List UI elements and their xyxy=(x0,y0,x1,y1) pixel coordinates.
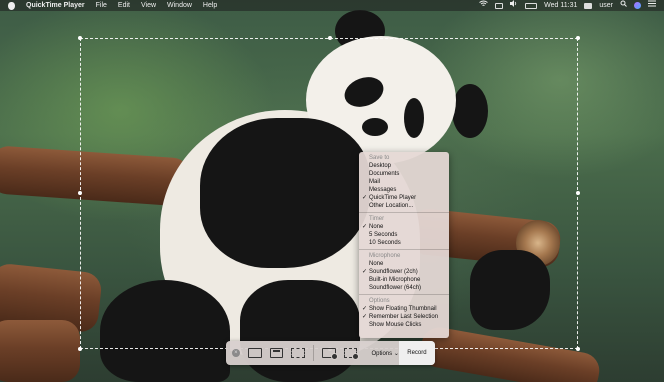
menu-header-save-to: Save to xyxy=(369,155,390,161)
record-entire-screen-icon[interactable] xyxy=(322,348,338,360)
selection-handle-bottom-right[interactable] xyxy=(576,347,580,351)
menu-item-other-location[interactable]: Other Location... xyxy=(359,202,449,210)
menu-item-remember-last-selection[interactable]: ✓ Remember Last Selection xyxy=(359,313,449,321)
options-button[interactable]: Options ⌄ xyxy=(371,350,398,357)
checkmark-icon: ✓ xyxy=(362,306,368,312)
record-button[interactable]: Record xyxy=(398,341,436,365)
menu-item-soundflower-2ch[interactable]: ✓ Soundflower (2ch) xyxy=(359,268,449,276)
record-selection-icon[interactable] xyxy=(343,348,360,360)
menu-item-mail[interactable]: Mail xyxy=(359,178,449,186)
selection-handle-top-left[interactable] xyxy=(78,36,82,40)
menu-separator xyxy=(359,294,449,295)
menubar-clock[interactable]: Wed 11:31 xyxy=(544,0,577,11)
menu-section-microphone: Microphone None ✓ Soundflower (2ch) Built… xyxy=(359,252,449,292)
checkmark-icon: ✓ xyxy=(362,269,368,275)
menu-item-messages[interactable]: Messages xyxy=(359,186,449,194)
record-dot-icon xyxy=(352,353,360,360)
menu-item-5-seconds[interactable]: 5 Seconds xyxy=(359,231,449,239)
apple-logo-icon[interactable] xyxy=(8,1,15,10)
siri-icon[interactable] xyxy=(634,2,641,9)
selection-handle-top[interactable] xyxy=(328,36,332,40)
menu-file[interactable]: File xyxy=(96,0,107,11)
spotlight-icon[interactable] xyxy=(620,0,627,11)
options-label: Options xyxy=(371,350,393,357)
menu-header-options: Options xyxy=(369,298,390,304)
screen-capture-selection[interactable] xyxy=(78,36,580,351)
menu-app-name[interactable]: QuickTime Player xyxy=(26,0,85,11)
menu-header-microphone: Microphone xyxy=(369,253,401,259)
capture-entire-screen-icon[interactable] xyxy=(247,348,262,358)
menu-separator xyxy=(359,212,449,213)
selection-handle-top-right[interactable] xyxy=(576,36,580,40)
menu-item-soundflower-64ch[interactable]: Soundflower (64ch) xyxy=(359,284,449,292)
battery-icon[interactable] xyxy=(525,2,538,9)
keyboard-input-icon[interactable] xyxy=(584,2,593,9)
checkmark-icon: ✓ xyxy=(362,224,368,230)
menu-view[interactable]: View xyxy=(141,0,156,11)
menu-item-show-mouse-clicks[interactable]: Show Mouse Clicks xyxy=(359,321,449,329)
menu-item-show-floating-thumbnail[interactable]: ✓ Show Floating Thumbnail xyxy=(359,305,449,313)
checkmark-icon: ✓ xyxy=(362,195,368,201)
selection-handle-right[interactable] xyxy=(576,191,580,195)
menu-bar: QuickTime Player File Edit View Window H… xyxy=(0,0,664,11)
airplay-icon[interactable] xyxy=(495,2,504,9)
record-dot-icon xyxy=(330,353,338,360)
menu-section-options: Options ✓ Show Floating Thumbnail ✓ Rememb… xyxy=(359,297,449,329)
menu-item-desktop[interactable]: Desktop xyxy=(359,162,449,170)
checkmark-icon: ✓ xyxy=(362,314,368,320)
menu-window[interactable]: Window xyxy=(167,0,192,11)
menu-item-built-in-microphone[interactable]: Built-in Microphone xyxy=(359,276,449,284)
volume-icon[interactable] xyxy=(510,0,518,11)
menu-item-quicktime-player[interactable]: ✓ QuickTime Player xyxy=(359,194,449,202)
menu-help[interactable]: Help xyxy=(203,0,217,11)
menu-section-timer: Timer ✓ None 5 Seconds 10 Seconds xyxy=(359,215,449,247)
wooden-log xyxy=(0,320,80,382)
menu-header-timer: Timer xyxy=(369,216,385,222)
menu-separator xyxy=(359,249,449,250)
close-icon[interactable]: × xyxy=(232,349,240,357)
menu-item-mic-none[interactable]: None xyxy=(359,260,449,268)
menu-section-save-to: Save to Desktop Documents Mail Messages … xyxy=(359,152,449,210)
wifi-icon[interactable] xyxy=(479,0,488,11)
capture-window-icon[interactable] xyxy=(269,348,284,358)
menu-item-10-seconds[interactable]: 10 Seconds xyxy=(359,239,449,247)
toolbar-divider xyxy=(313,345,314,361)
menu-item-documents[interactable]: Documents xyxy=(359,170,449,178)
menu-item-timer-none[interactable]: ✓ None xyxy=(359,223,449,231)
selection-handle-left[interactable] xyxy=(78,191,82,195)
selection-handle-bottom-left[interactable] xyxy=(78,347,82,351)
menu-edit[interactable]: Edit xyxy=(118,0,130,11)
notification-center-icon[interactable] xyxy=(648,0,656,11)
menubar-user[interactable]: user xyxy=(599,0,613,11)
options-menu: Save to Desktop Documents Mail Messages … xyxy=(359,152,449,338)
screenshot-toolbar: × Options ⌄ Record xyxy=(226,341,436,365)
capture-selection-icon[interactable] xyxy=(291,348,306,358)
